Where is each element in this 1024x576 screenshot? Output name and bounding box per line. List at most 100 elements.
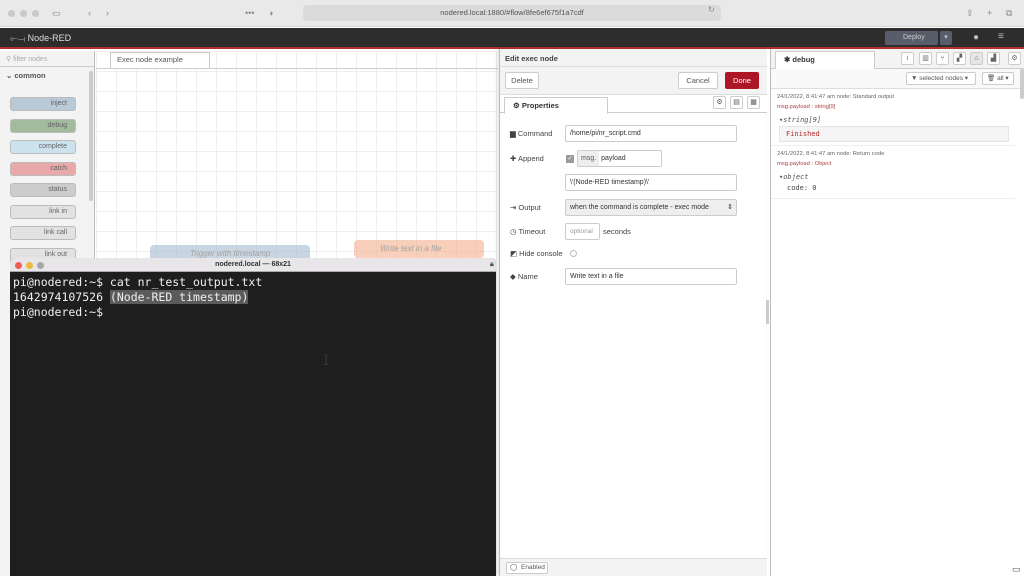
palette-node-label: link in <box>49 207 67 215</box>
palette-node[interactable]: link in <box>10 204 76 219</box>
menu-icon[interactable]: ≡ <box>998 31 1004 42</box>
deploy-label: Deploy <box>903 34 925 41</box>
zoom-window-button[interactable] <box>32 10 39 17</box>
terminal-minimize-button[interactable] <box>26 262 33 269</box>
append-typed-input[interactable]: msg. payload <box>577 150 662 167</box>
append-checkbox[interactable]: ✓ <box>566 155 574 163</box>
palette-node[interactable]: inject <box>10 97 76 111</box>
filter-label: selected nodes <box>919 75 963 82</box>
message-type[interactable]: ▾object <box>779 173 809 181</box>
home-icon[interactable]: ⌂ <box>970 52 983 65</box>
shield-icon[interactable]: ◑ <box>268 8 273 18</box>
settings-icon[interactable]: ⚙ <box>1008 52 1021 65</box>
message-type-text: object <box>783 173 809 181</box>
tray-title: Edit exec node <box>500 49 767 67</box>
debug-clear-select[interactable]: 🗑︎ all ▾ <box>982 72 1014 85</box>
debug-sidebar: ✱ debug i ▥ ⑂ ▞ ⌂ ▟ ⚙ ▼ selected nodes ▾… <box>770 49 1024 576</box>
share-icon[interactable]: ⇪ <box>966 8 974 19</box>
name-input[interactable]: Write text in a file <box>565 268 737 285</box>
palette-node[interactable]: status <box>10 183 76 197</box>
nodered-logo-icon: ⟜⟞ <box>10 33 28 43</box>
appearance-icon[interactable]: ▦ <box>747 96 760 109</box>
info-icon[interactable]: i <box>901 52 914 65</box>
terminal-output[interactable]: pi@nodered:~$ cat nr_test_output.txt 1642… <box>13 275 262 320</box>
toggle-on-icon: ◯ <box>510 564 518 571</box>
enabled-label: Enabled <box>521 564 545 571</box>
done-button[interactable]: Done <box>725 72 759 89</box>
edit-tray: Edit exec node Delete Cancel Done ⚙ Prop… <box>499 49 767 576</box>
message-type[interactable]: ▾string[9] <box>779 116 821 124</box>
tab-properties[interactable]: ⚙ Properties <box>504 97 608 114</box>
eye-slash-icon: ◩ <box>510 249 520 258</box>
enabled-toggle[interactable]: ◯ Enabled <box>506 562 548 574</box>
monitor-icon[interactable]: ▭ <box>1012 564 1021 575</box>
palette-node[interactable]: link call <box>10 226 76 240</box>
trash-icon: 🗑︎ <box>987 75 998 82</box>
timestamp-text: 1642974107526 <box>13 290 110 304</box>
address-bar[interactable]: nodered.local:1880/#flow/8fe6ef675f1a7cd… <box>303 5 721 21</box>
book-icon[interactable]: ▥ <box>919 52 932 65</box>
message-value: Finished <box>779 126 1009 142</box>
command-label: ▆ Command <box>510 129 552 138</box>
sidebar-toggle-icon[interactable]: ▭ <box>52 8 61 19</box>
flow-node-exec[interactable]: Write text in a file <box>354 240 484 258</box>
more-icon[interactable]: ••• <box>245 8 254 18</box>
close-window-button[interactable] <box>8 10 15 17</box>
caret-down-icon: ▾ <box>962 75 969 82</box>
dashboard-icon[interactable]: ▞ <box>953 52 966 65</box>
app-title: Node-RED <box>27 33 72 43</box>
terminal-title: nodered.local — 68x21 <box>215 261 291 268</box>
sidebar-resize-handle[interactable] <box>766 300 769 324</box>
palette-node-label: link call <box>44 229 67 236</box>
new-tab-icon[interactable]: + <box>987 8 992 18</box>
filter-icon: ▼ <box>911 75 920 82</box>
text-cursor-icon: I <box>322 353 331 369</box>
message-topic: msg.payload : Object <box>777 161 832 167</box>
palette-node-label: link out <box>44 250 67 258</box>
debug-message[interactable]: 24/1/2022, 8:41:47 am node: Standard out… <box>771 90 1015 146</box>
forward-icon[interactable]: › <box>106 8 109 18</box>
select-arrow-icon: ⇕ <box>727 204 733 211</box>
reload-icon[interactable]: ↻ <box>708 5 715 14</box>
append-type-select[interactable]: msg. <box>578 151 600 166</box>
palette-node[interactable]: catch <box>10 161 76 176</box>
timeout-input[interactable]: optional <box>565 223 600 240</box>
minimize-window-button[interactable] <box>20 10 27 17</box>
terminal-zoom-button[interactable] <box>37 262 44 269</box>
user-icon[interactable]: ● <box>973 32 979 43</box>
command-input[interactable]: /home/pi/nr_script.cmd <box>565 125 737 142</box>
name-label: ◆ Name <box>510 272 538 281</box>
tab-overview-icon[interactable]: ⧉ <box>1006 8 1012 19</box>
palette-filter-input[interactable]: ⚲ filter nodes <box>0 51 95 67</box>
debug-filter-select[interactable]: ▼ selected nodes ▾ <box>906 72 976 85</box>
cancel-button[interactable]: Cancel <box>678 72 718 89</box>
output-select[interactable]: when the command is complete - exec mode… <box>565 199 737 216</box>
chart-icon[interactable]: ▟ <box>987 52 1000 65</box>
palette-category-common[interactable]: ⌄ common <box>0 71 95 83</box>
palette-node[interactable]: debug <box>10 118 76 133</box>
context-icon[interactable]: ⑂ <box>936 52 949 65</box>
output-value: when the command is complete - exec mode <box>570 204 709 211</box>
append-extra-input[interactable]: \'(Node-RED timestamp)\' <box>565 174 737 191</box>
tab-exec-node-example[interactable]: Exec node example <box>110 52 210 68</box>
hide-console-checkbox[interactable] <box>570 250 577 257</box>
palette-node[interactable]: complete <box>10 140 76 154</box>
tab-label: Exec node example <box>117 55 183 64</box>
debug-message[interactable]: 24/1/2022, 8:41:47 am node: Return code … <box>771 147 1015 199</box>
hide-console-label: ◩ Hide console <box>510 249 563 258</box>
append-value: payload <box>601 155 626 162</box>
terminal-window[interactable]: nodered.local — 68x21 🔒︎ pi@nodered:~$ c… <box>10 258 496 576</box>
back-icon[interactable]: ‹ <box>88 8 91 18</box>
sidebar-scrollbar[interactable] <box>1020 69 1024 99</box>
tray-tabs: ⚙ Properties ⚙ ▤ ▦ <box>500 95 767 114</box>
deploy-menu-button[interactable]: ▾ <box>940 31 952 45</box>
deploy-button[interactable]: Deploy <box>885 31 938 45</box>
terminal-close-button[interactable] <box>15 262 22 269</box>
tab-debug[interactable]: ✱ debug <box>775 51 875 69</box>
tray-footer: ◯ Enabled <box>500 558 767 576</box>
palette-scrollbar[interactable] <box>89 71 93 201</box>
settings-icon[interactable]: ⚙ <box>713 96 726 109</box>
delete-button[interactable]: Delete <box>505 72 539 89</box>
hide-console-label-text: Hide console <box>519 249 563 258</box>
description-icon[interactable]: ▤ <box>730 96 743 109</box>
